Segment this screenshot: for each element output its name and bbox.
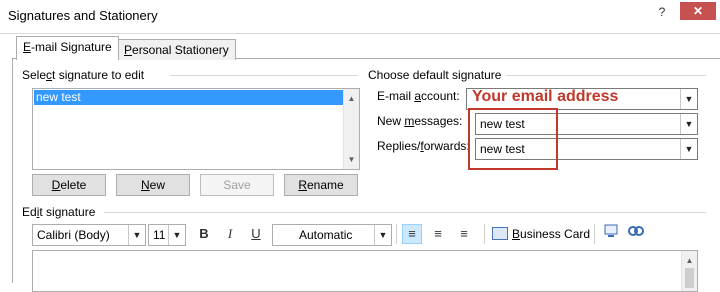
toolbar-separator <box>594 224 595 244</box>
select-signature-label: Select signature to edit <box>22 68 145 82</box>
default-signature-label: Choose default signature <box>368 68 502 82</box>
font-name-select[interactable]: Calibri (Body) ▼ <box>32 224 146 246</box>
toolbar-separator <box>484 224 485 244</box>
save-button[interactable]: Save <box>200 174 274 196</box>
email-address-callout: Your email address <box>472 88 619 105</box>
scroll-up-icon[interactable]: ▲ <box>344 91 359 106</box>
list-scrollbar[interactable]: ▲ ▼ <box>343 89 359 169</box>
delete-button[interactable]: Delete <box>32 174 106 196</box>
new-messages-label: New messages: <box>377 114 463 128</box>
close-button[interactable]: ✕ <box>680 2 716 20</box>
insert-picture-icon[interactable] <box>602 224 622 244</box>
highlight-box <box>468 108 558 170</box>
scroll-up-icon[interactable]: ▲ <box>682 253 697 268</box>
italic-button[interactable]: I <box>220 224 240 244</box>
replies-forwards-label: Replies/forwards: <box>377 139 470 153</box>
font-name-value: Calibri (Body) <box>37 228 110 242</box>
align-center-icon[interactable]: ≡ <box>428 224 448 244</box>
bold-button[interactable]: B <box>194 224 214 244</box>
tab-label-accel: P <box>124 43 133 57</box>
title-bar: Signatures and Stationery ? ✕ <box>0 0 720 34</box>
scroll-thumb[interactable] <box>685 268 694 288</box>
business-card-icon <box>492 227 508 240</box>
font-color-select[interactable]: Automatic ▼ <box>272 224 392 246</box>
signature-list[interactable]: new test ▲ ▼ <box>32 88 360 170</box>
section-divider <box>170 75 358 76</box>
chevron-down-icon[interactable]: ▼ <box>374 225 391 245</box>
business-card-button[interactable]: Business Card <box>492 227 590 241</box>
email-account-label: E-mail account: <box>377 89 460 103</box>
list-item[interactable]: new test <box>34 90 345 105</box>
font-color-value: Automatic <box>299 228 353 242</box>
tab-personal-stationery[interactable]: Personal Stationery <box>117 39 236 60</box>
align-left-icon[interactable]: ≡ <box>402 224 422 244</box>
rename-button[interactable]: Rename <box>284 174 358 196</box>
align-right-icon[interactable]: ≡ <box>454 224 474 244</box>
tab-label: ersonal Stationery <box>132 43 229 57</box>
tab-email-signature[interactable]: E-mail Signature <box>16 36 119 60</box>
tab-label: -mail Signature <box>31 40 112 54</box>
window-title: Signatures and Stationery <box>8 8 158 23</box>
help-button[interactable]: ? <box>648 2 676 22</box>
edit-signature-label: Edit signature <box>22 205 96 219</box>
font-size-select[interactable]: 11 ▼ <box>148 224 186 246</box>
chevron-down-icon[interactable]: ▼ <box>128 225 145 245</box>
chevron-down-icon[interactable]: ▼ <box>168 225 185 245</box>
section-divider <box>104 212 706 213</box>
new-button[interactable]: New <box>116 174 190 196</box>
chevron-down-icon[interactable]: ▼ <box>680 139 697 159</box>
chevron-down-icon[interactable]: ▼ <box>680 89 697 109</box>
scroll-down-icon[interactable]: ▼ <box>344 152 359 167</box>
hyperlink-icon[interactable] <box>626 224 646 244</box>
toolbar-separator <box>396 224 397 244</box>
underline-button[interactable]: U <box>246 224 266 244</box>
font-size-value: 11 <box>153 228 166 242</box>
tab-label-accel: E <box>23 40 32 54</box>
editor-scrollbar[interactable]: ▲ <box>681 251 697 291</box>
signature-editor[interactable]: ▲ <box>32 250 698 292</box>
section-divider <box>506 75 706 76</box>
chevron-down-icon[interactable]: ▼ <box>680 114 697 134</box>
